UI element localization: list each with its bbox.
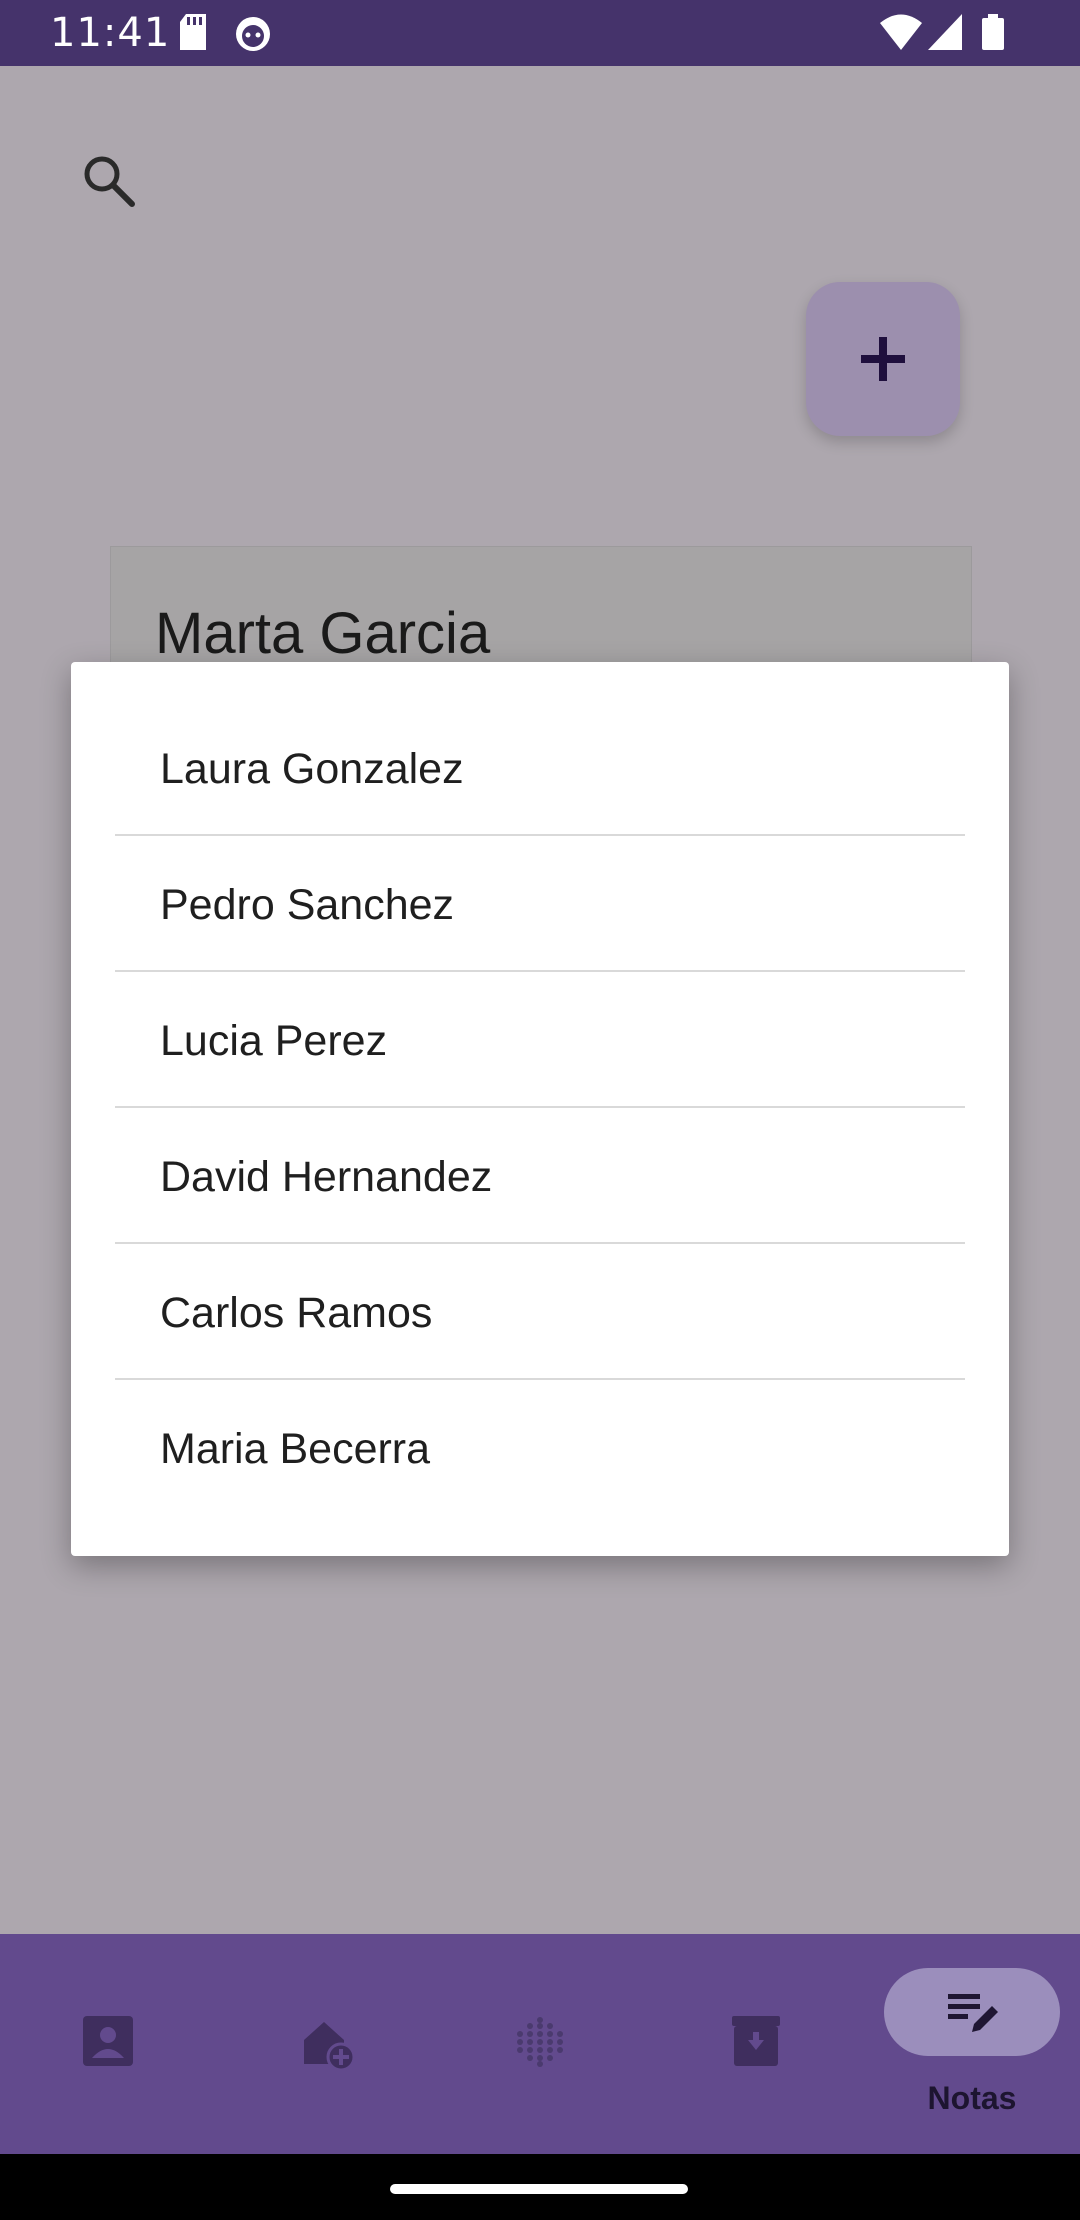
archive-icon bbox=[730, 2016, 782, 2071]
list-item[interactable]: Maria Becerra bbox=[115, 1380, 965, 1514]
list-item[interactable]: Lucia Perez bbox=[115, 972, 965, 1108]
list-item-label: Lucia Perez bbox=[160, 1017, 388, 1065]
nav-item-contacts[interactable] bbox=[0, 1934, 216, 2154]
search-icon[interactable] bbox=[78, 150, 140, 212]
list-item-label: Carlos Ramos bbox=[160, 1289, 433, 1337]
cell-signal-icon bbox=[928, 14, 962, 55]
status-bar: 11:41 bbox=[0, 0, 1080, 66]
contact-picker-dialog: Laura Gonzalez Pedro Sanchez Lucia Perez… bbox=[71, 662, 1009, 1556]
list-item[interactable]: David Hernandez bbox=[115, 1108, 965, 1244]
active-indicator bbox=[884, 1968, 1060, 2056]
bottom-navigation: Notas bbox=[0, 1934, 1080, 2154]
add-note-fab[interactable] bbox=[806, 282, 960, 436]
system-navigation-bar bbox=[0, 2154, 1080, 2220]
notes-edit-icon bbox=[948, 1994, 998, 2032]
list-item-label: Maria Becerra bbox=[160, 1425, 431, 1473]
list-item-label: Laura Gonzalez bbox=[160, 745, 464, 793]
nav-item-notas[interactable]: Notas bbox=[864, 1934, 1080, 2154]
cat-face-icon bbox=[234, 14, 272, 57]
nav-item-archive[interactable] bbox=[648, 1934, 864, 2154]
home-handle[interactable] bbox=[390, 2184, 688, 2194]
dots-grid-icon bbox=[514, 2016, 566, 2073]
nav-item-add-home[interactable] bbox=[216, 1934, 432, 2154]
plus-icon bbox=[861, 337, 905, 381]
list-item-label: Pedro Sanchez bbox=[160, 881, 455, 929]
list-item[interactable]: Carlos Ramos bbox=[115, 1244, 965, 1380]
contact-icon bbox=[83, 2016, 133, 2071]
list-item[interactable]: Pedro Sanchez bbox=[115, 836, 965, 972]
status-time: 11:41 bbox=[50, 10, 171, 56]
sd-card-icon bbox=[178, 14, 208, 55]
list-item[interactable]: Laura Gonzalez bbox=[115, 700, 965, 836]
wifi-icon bbox=[880, 14, 922, 55]
nav-label-notas: Notas bbox=[927, 2080, 1017, 2116]
note-card-title: Marta Garcia bbox=[155, 601, 491, 666]
list-item-label: David Hernandez bbox=[160, 1153, 493, 1201]
battery-icon bbox=[982, 14, 1004, 55]
contact-list: Laura Gonzalez Pedro Sanchez Lucia Perez… bbox=[71, 700, 1009, 1514]
nav-item-dialpad[interactable] bbox=[432, 1934, 648, 2154]
add-home-icon bbox=[300, 2016, 356, 2077]
